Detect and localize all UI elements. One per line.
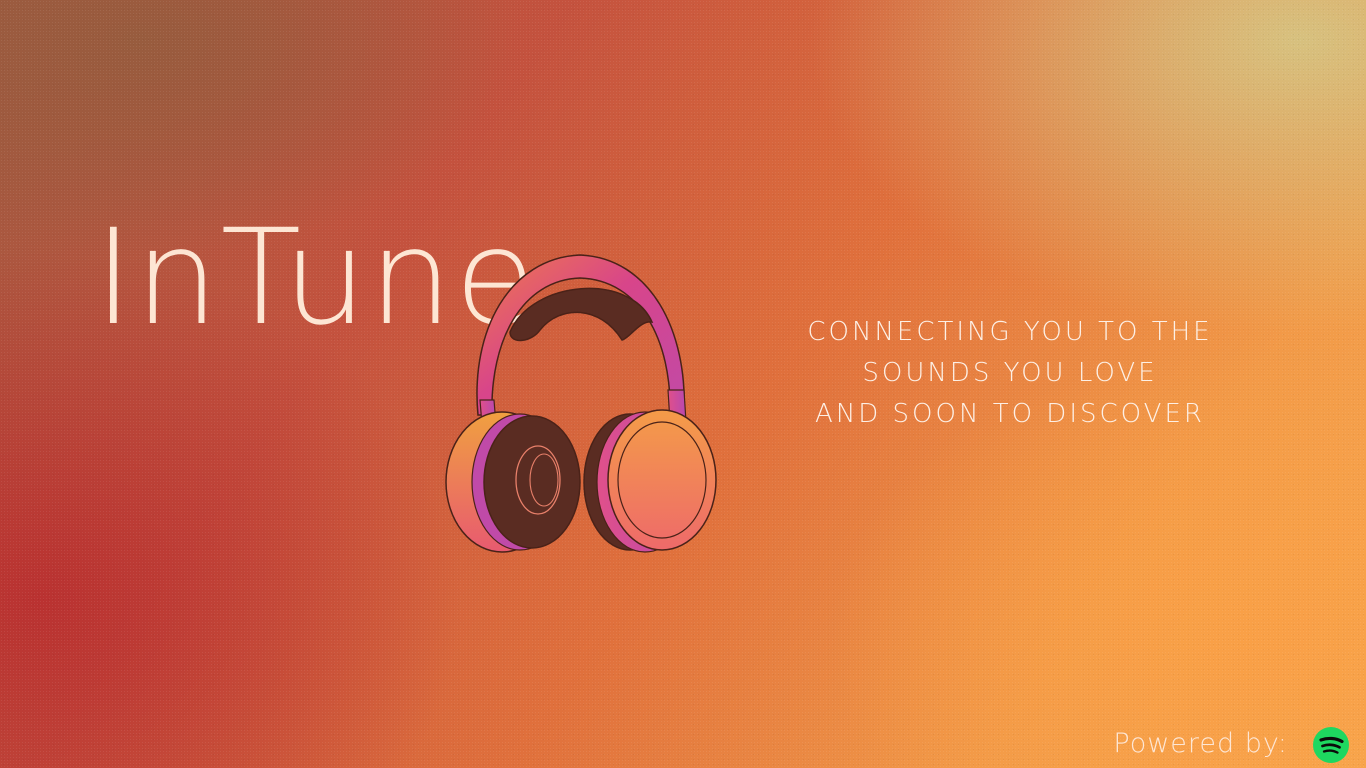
tagline: CONNECTING YOU TO THE SOUNDS YOU LOVE AN… [790, 312, 1230, 435]
headphones-icon [445, 254, 717, 553]
spotify-logo-icon[interactable] [1313, 727, 1349, 763]
powered-by-label: Powered by: [1113, 728, 1288, 759]
tagline-line-1: CONNECTING YOU TO THE [807, 317, 1213, 347]
splash-screen: InTune CONNECTING YOU TO THE SOUNDS YOU … [0, 0, 1366, 768]
tagline-line-2: SOUNDS YOU LOVE [862, 358, 1158, 388]
tagline-line-3: AND SOON TO DISCOVER [815, 399, 1205, 429]
